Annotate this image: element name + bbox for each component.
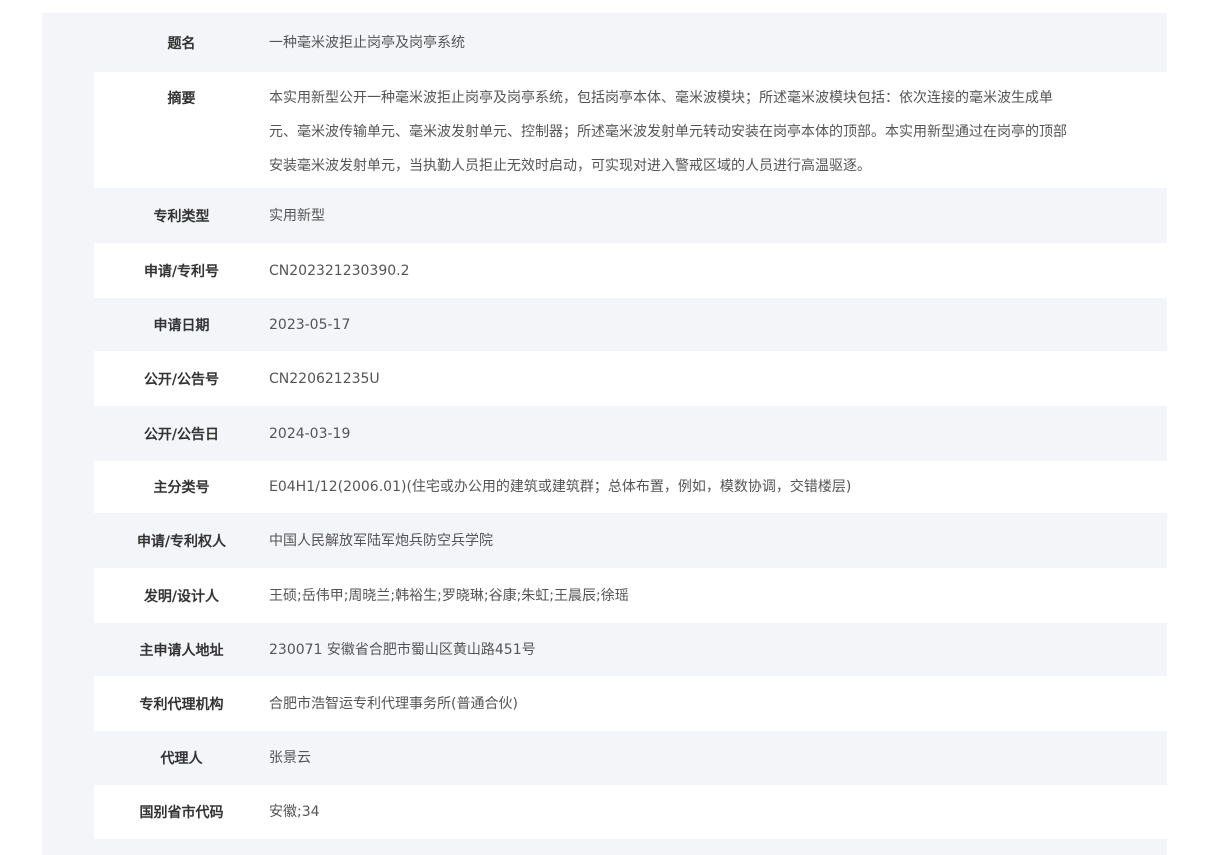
row-value: 2024-03-19 xyxy=(269,425,351,442)
row-value: 本实用新型公开一种毫米波拒止岗亭及岗亭系统，包括岗亭本体、毫米波模块；所述毫米波… xyxy=(269,90,1067,174)
table-row-region-code: 国别省市代码 安徽;34 xyxy=(94,785,1167,839)
row-value: 一种毫米波拒止岗亭及岗亭系统 xyxy=(269,34,465,51)
table-row-title: 题名 一种毫米波拒止岗亭及岗亭系统 xyxy=(94,13,1167,72)
table-row-main-classification: 主分类号 E04H1/12(2006.01)(住宅或办公用的建筑或建筑群；总体布… xyxy=(94,461,1167,513)
table-row-inventors: 发明/设计人 王硕;岳伟甲;周晓兰;韩裕生;罗晓琳;谷康;朱虹;王晨辰;徐瑶 xyxy=(94,568,1167,623)
table-row-patent-type: 专利类型 实用新型 xyxy=(94,188,1167,243)
row-value: 合肥市浩智运专利代理事务所(普通合伙) xyxy=(269,695,518,712)
row-label: 摘要 xyxy=(167,91,196,107)
row-value: 王硕;岳伟甲;周晓兰;韩裕生;罗晓琳;谷康;朱虹;王晨辰;徐瑶 xyxy=(269,587,629,604)
row-value: CN220621235U xyxy=(269,370,380,387)
page: 题名 一种毫米波拒止岗亭及岗亭系统 摘要 本实用新型公开一种毫米波拒止岗亭及岗亭… xyxy=(0,0,1221,855)
table-row-agency: 专利代理机构 合肥市浩智运专利代理事务所(普通合伙) xyxy=(94,676,1167,731)
row-value: 实用新型 xyxy=(269,207,325,224)
row-label: 申请日期 xyxy=(153,317,210,334)
row-value: 安徽;34 xyxy=(269,804,320,820)
table-row-publication-date: 公开/公告日 2024-03-19 xyxy=(94,406,1167,461)
row-label: 主分类号 xyxy=(153,480,210,496)
patent-info-table: 题名 一种毫米波拒止岗亭及岗亭系统 摘要 本实用新型公开一种毫米波拒止岗亭及岗亭… xyxy=(94,13,1167,855)
row-label: 公开/公告日 xyxy=(143,426,220,443)
row-label: 申请/专利号 xyxy=(143,263,220,280)
row-label: 题名 xyxy=(167,35,196,52)
row-label: 发明/设计人 xyxy=(143,588,220,605)
row-value: CN202321230390.2 xyxy=(269,262,410,279)
row-value: 2023-05-17 xyxy=(269,316,351,333)
row-value: 中国人民解放军陆军炮兵防空兵学院 xyxy=(269,532,493,549)
row-label: 专利类型 xyxy=(153,208,210,225)
row-label: 国别省市代码 xyxy=(139,805,224,821)
row-value: 张景云 xyxy=(269,750,311,766)
row-value: E04H1/12(2006.01)(住宅或办公用的建筑或建筑群；总体布置，例如，… xyxy=(269,479,852,495)
table-row-publication-number: 公开/公告号 CN220621235U xyxy=(94,351,1167,406)
row-value: 230071 安徽省合肥市蜀山区黄山路451号 xyxy=(269,641,536,658)
table-row-agent: 代理人 张景云 xyxy=(94,731,1167,785)
row-label: 主申请人地址 xyxy=(139,642,224,659)
table-row-applicant: 申请/专利权人 中国人民解放军陆军炮兵防空兵学院 xyxy=(94,513,1167,568)
table-row-abstract: 摘要 本实用新型公开一种毫米波拒止岗亭及岗亭系统，包括岗亭本体、毫米波模块；所述… xyxy=(94,72,1167,188)
row-label: 专利代理机构 xyxy=(139,696,224,713)
table-row-partial xyxy=(94,839,1167,855)
table-row-applicant-address: 主申请人地址 230071 安徽省合肥市蜀山区黄山路451号 xyxy=(94,623,1167,676)
row-label: 公开/公告号 xyxy=(143,371,220,388)
table-row-application-number: 申请/专利号 CN202321230390.2 xyxy=(94,243,1167,298)
row-label: 代理人 xyxy=(160,751,203,767)
row-label: 申请/专利权人 xyxy=(136,533,227,550)
table-row-application-date: 申请日期 2023-05-17 xyxy=(94,298,1167,351)
